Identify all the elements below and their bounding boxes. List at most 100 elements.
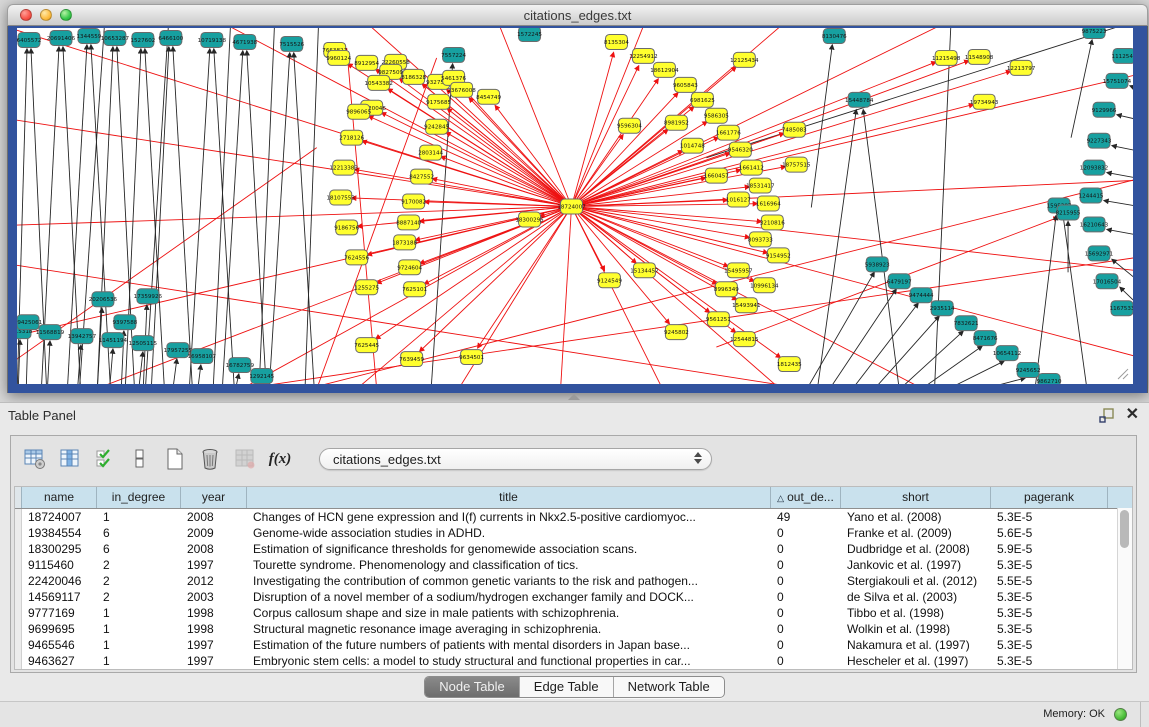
graph-node[interactable]: 8454749 [476, 89, 501, 104]
graph-node[interactable]: 15493941 [732, 298, 761, 313]
graph-node[interactable]: 17359926 [134, 289, 163, 304]
table-row[interactable]: 1938455462009Genome-wide association stu… [15, 525, 1132, 541]
table-settings-button[interactable] [21, 445, 49, 473]
graph-node[interactable]: 1255275 [354, 280, 379, 295]
graph-node[interactable]: 8135304 [604, 34, 629, 49]
citation-network-graph[interactable]: 1872400764055722069140613445591065328715… [17, 28, 1133, 384]
graph-node[interactable]: 1292145 [249, 369, 274, 384]
graph-node[interactable]: 18107553 [326, 190, 355, 205]
graph-node[interactable]: 8996349 [714, 282, 739, 297]
graph-node[interactable]: 9397588 [112, 315, 137, 330]
graph-node[interactable]: 9561251 [706, 312, 731, 327]
graph-node[interactable]: 11215498 [932, 50, 961, 65]
table-row[interactable]: 946554611997Estimation of the future num… [15, 637, 1132, 653]
graph-node[interactable]: 17016504 [1093, 274, 1122, 289]
row-view-button[interactable] [126, 445, 154, 473]
graph-node[interactable]: 15134457 [630, 263, 659, 278]
graph-node[interactable]: 9129966 [1092, 102, 1117, 117]
graph-node[interactable]: 7625445 [354, 338, 379, 353]
graph-node[interactable]: 2718126 [339, 130, 364, 145]
graph-node[interactable]: 5938923 [865, 257, 890, 272]
graph-node[interactable]: 20206536 [89, 292, 118, 307]
graph-node[interactable]: 12254912 [629, 48, 657, 63]
graph-node[interactable]: 10719138 [198, 32, 227, 47]
graph-node[interactable]: 9724604 [397, 260, 422, 275]
close-panel-icon[interactable]: ✕ [1126, 407, 1139, 423]
graph-node[interactable]: 8130476 [822, 28, 847, 43]
graph-node[interactable]: 9124549 [597, 273, 622, 288]
graph-node[interactable]: 23676008 [447, 82, 476, 97]
function-builder-button[interactable]: f(x) [266, 445, 294, 473]
graph-node[interactable]: 8981952 [664, 115, 689, 130]
graph-node[interactable]: 9546320 [728, 142, 753, 157]
graph-node[interactable]: 7624556 [344, 250, 369, 265]
column-header-title[interactable]: title [247, 487, 771, 508]
graph-node[interactable]: 12544815 [730, 332, 759, 347]
divider-grip-icon[interactable] [568, 394, 580, 400]
graph-node[interactable]: 1527602 [130, 32, 155, 47]
graph-node[interactable]: 8912954 [354, 55, 379, 70]
graph-node[interactable]: 9186756 [334, 220, 359, 235]
graph-node[interactable]: 10654112 [993, 346, 1021, 361]
graph-node[interactable]: 16782759 [226, 358, 255, 373]
show-columns-button[interactable] [56, 445, 84, 473]
graph-node[interactable]: 8887140 [396, 215, 421, 230]
graph-node[interactable]: 1016127 [726, 192, 751, 207]
graph-node[interactable]: 15692971 [1085, 246, 1114, 261]
minimize-window-button[interactable] [40, 9, 52, 21]
graph-node[interactable]: 1812435 [777, 357, 802, 372]
graph-node[interactable]: 15751074 [1103, 73, 1132, 88]
graph-node[interactable]: 7832621 [954, 316, 979, 331]
graph-node[interactable]: 10996134 [750, 278, 779, 293]
graph-node[interactable]: 12213383 [329, 160, 358, 175]
graph-node[interactable]: 9245802 [664, 325, 689, 340]
column-header-pagerank[interactable]: pagerank [991, 487, 1108, 508]
table-row[interactable]: 911546021997Tourette syndrome. Phenomeno… [15, 557, 1132, 573]
graph-node[interactable]: 9634501 [459, 350, 484, 365]
tab-edge-table[interactable]: Edge Table [519, 677, 613, 697]
graph-node[interactable]: 1344559 [77, 28, 102, 43]
select-rows-button[interactable] [91, 445, 119, 473]
graph-node[interactable]: 8186328 [401, 69, 426, 84]
new-table-button[interactable] [161, 445, 189, 473]
graph-node[interactable]: 9586305 [704, 108, 729, 123]
graph-node[interactable]: 12213797 [1007, 60, 1036, 75]
delete-table-button[interactable] [196, 445, 224, 473]
graph-node[interactable]: 9175685 [426, 94, 451, 109]
graph-node[interactable]: 4671938 [232, 34, 257, 49]
graph-node[interactable]: 9862710 [1037, 374, 1062, 384]
graph-node[interactable]: 11451194 [99, 333, 128, 348]
graph-node[interactable]: 1572245 [517, 28, 542, 41]
column-header-short[interactable]: short [841, 487, 991, 508]
graph-node[interactable]: 18531417 [746, 178, 775, 193]
graph-node[interactable]: 3210816 [760, 215, 785, 230]
close-window-button[interactable] [20, 9, 32, 21]
graph-node[interactable]: 9245652 [1016, 363, 1041, 378]
graph-node[interactable]: 10653287 [101, 30, 130, 45]
graph-node[interactable]: 19734943 [970, 94, 999, 109]
graph-node[interactable]: 9875223 [1082, 28, 1107, 38]
graph-node[interactable]: 6981625 [690, 92, 715, 107]
panel-divider[interactable] [0, 393, 1149, 402]
column-header-name[interactable]: name [22, 487, 97, 508]
graph-node[interactable]: 11548908 [965, 49, 994, 64]
graph-node[interactable]: 9154952 [766, 248, 791, 263]
graph-node[interactable]: 6479197 [887, 274, 912, 289]
graph-node[interactable]: 18757515 [782, 157, 811, 172]
graph-node[interactable]: 9227343 [1087, 133, 1112, 148]
graph-node[interactable]: 12093832 [1080, 160, 1108, 175]
graph-node[interactable]: 1167533 [1110, 301, 1133, 316]
graph-node[interactable]: 8471676 [973, 331, 998, 346]
graph-node[interactable]: 9960124 [326, 50, 351, 65]
graph-node[interactable]: 2803144 [418, 145, 443, 160]
graph-node[interactable]: 10543382 [364, 75, 392, 90]
graph-node[interactable]: 16210643 [1080, 217, 1109, 232]
graph-node[interactable]: 18724007 [557, 199, 586, 214]
graph-node[interactable]: 9605843 [673, 77, 698, 92]
table-row[interactable]: 946362711997Embryonic stem cells: a mode… [15, 653, 1132, 669]
tab-network-table[interactable]: Network Table [613, 677, 724, 697]
graph-node[interactable]: 9170082 [401, 194, 426, 209]
graph-node[interactable]: 1112543 [1112, 48, 1133, 63]
graph-node[interactable]: 2935114 [930, 301, 955, 316]
graph-node[interactable]: 1014748 [680, 138, 705, 153]
